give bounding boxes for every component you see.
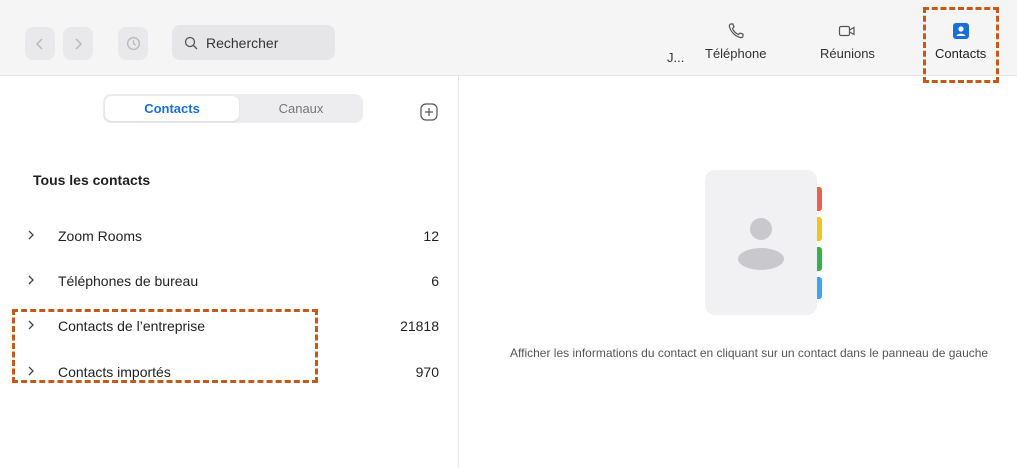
group-row-telephones-bureau[interactable]: Téléphones de bureau 6 bbox=[0, 269, 459, 293]
empty-state-message: Afficher les informations du contact en … bbox=[510, 346, 989, 360]
video-camera-icon bbox=[839, 25, 856, 37]
forward-button[interactable] bbox=[63, 27, 93, 60]
search-placeholder: Rechercher bbox=[206, 34, 279, 51]
contacts-channels-toggle: Contacts Canaux bbox=[103, 94, 363, 123]
tab-telephone-label: Téléphone bbox=[705, 46, 767, 61]
group-count: 21818 bbox=[400, 318, 439, 334]
section-title: Tous les contacts bbox=[33, 172, 151, 188]
group-count: 970 bbox=[415, 364, 439, 380]
group-row-zoom-rooms[interactable]: Zoom Rooms 12 bbox=[0, 224, 459, 248]
group-name: Zoom Rooms bbox=[58, 228, 143, 244]
history-button[interactable] bbox=[118, 27, 148, 60]
chevron-left-icon bbox=[35, 37, 43, 50]
group-count: 12 bbox=[423, 228, 439, 244]
add-contact-icon[interactable] bbox=[420, 103, 438, 121]
address-book-icon bbox=[705, 170, 822, 315]
group-count: 6 bbox=[431, 273, 439, 289]
chevron-right-icon bbox=[28, 230, 34, 240]
tab-reunions-label: Réunions bbox=[820, 46, 875, 61]
group-name: Téléphones de bureau bbox=[58, 273, 199, 289]
segment-contacts[interactable]: Contacts bbox=[105, 96, 239, 121]
search-input[interactable]: Rechercher bbox=[172, 25, 335, 60]
chevron-right-icon bbox=[28, 275, 34, 285]
history-icon bbox=[126, 36, 140, 51]
phone-icon bbox=[728, 23, 744, 39]
search-icon bbox=[184, 36, 198, 49]
segment-canaux[interactable]: Canaux bbox=[241, 96, 361, 121]
chevron-right-icon bbox=[75, 37, 83, 50]
contacts-sidebar: Contacts Canaux Tous les contacts Zoom R… bbox=[0, 76, 459, 468]
tab-telephone[interactable]: Téléphone bbox=[705, 22, 766, 61]
highlight-contacts-tab bbox=[923, 7, 999, 83]
tab-truncated[interactable]: J... bbox=[667, 50, 684, 65]
back-button[interactable] bbox=[25, 27, 55, 60]
top-toolbar: Rechercher J... Téléphone Réunions Conta… bbox=[0, 0, 1017, 76]
highlight-contact-groups bbox=[12, 309, 318, 383]
tab-reunions[interactable]: Réunions bbox=[820, 22, 875, 61]
